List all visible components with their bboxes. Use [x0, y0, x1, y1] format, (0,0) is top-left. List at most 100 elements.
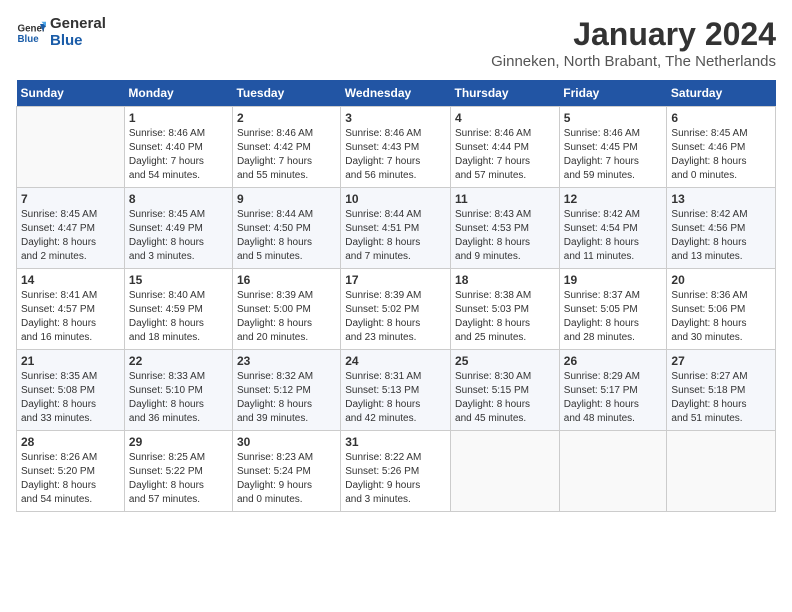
day-number: 26: [564, 354, 663, 368]
day-number: 3: [345, 111, 446, 125]
day-info: Sunrise: 8:33 AM Sunset: 5:10 PM Dayligh…: [129, 370, 228, 426]
day-number: 1: [129, 111, 228, 125]
calendar-cell: 31 Sunrise: 8:22 AM Sunset: 5:26 PM Dayli…: [341, 431, 451, 512]
calendar-cell: 16 Sunrise: 8:39 AM Sunset: 5:00 PM Dayli…: [232, 269, 340, 350]
day-info: Sunrise: 8:37 AM Sunset: 5:05 PM Dayligh…: [564, 289, 663, 345]
day-info: Sunrise: 8:41 AM Sunset: 4:57 PM Dayligh…: [21, 289, 120, 345]
day-number: 11: [455, 192, 555, 206]
day-number: 29: [129, 435, 228, 449]
day-info: Sunrise: 8:32 AM Sunset: 5:12 PM Dayligh…: [237, 370, 336, 426]
calendar-body: 1 Sunrise: 8:46 AM Sunset: 4:40 PM Daylig…: [17, 107, 776, 512]
day-info: Sunrise: 8:45 AM Sunset: 4:46 PM Dayligh…: [671, 127, 771, 183]
day-number: 21: [21, 354, 120, 368]
calendar-cell: 9 Sunrise: 8:44 AM Sunset: 4:50 PM Daylig…: [232, 188, 340, 269]
day-number: 31: [345, 435, 446, 449]
day-number: 15: [129, 273, 228, 287]
day-info: Sunrise: 8:30 AM Sunset: 5:15 PM Dayligh…: [455, 370, 555, 426]
day-info: Sunrise: 8:23 AM Sunset: 5:24 PM Dayligh…: [237, 451, 336, 507]
calendar-cell: 14 Sunrise: 8:41 AM Sunset: 4:57 PM Dayli…: [17, 269, 125, 350]
day-number: 18: [455, 273, 555, 287]
day-info: Sunrise: 8:29 AM Sunset: 5:17 PM Dayligh…: [564, 370, 663, 426]
day-number: 10: [345, 192, 446, 206]
header-row: SundayMondayTuesdayWednesdayThursdayFrid…: [17, 80, 776, 107]
calendar-cell: 27 Sunrise: 8:27 AM Sunset: 5:18 PM Dayli…: [667, 350, 776, 431]
calendar-cell: [17, 107, 125, 188]
day-info: Sunrise: 8:27 AM Sunset: 5:18 PM Dayligh…: [671, 370, 771, 426]
day-info: Sunrise: 8:39 AM Sunset: 5:00 PM Dayligh…: [237, 289, 336, 345]
logo-blue: Blue: [50, 33, 106, 50]
title-section: January 2024 Ginneken, North Brabant, Th…: [491, 16, 776, 70]
day-number: 25: [455, 354, 555, 368]
calendar-cell: 11 Sunrise: 8:43 AM Sunset: 4:53 PM Dayli…: [451, 188, 560, 269]
day-number: 23: [237, 354, 336, 368]
calendar-cell: 19Sunrise: 8:37 AM Sunset: 5:05 PM Dayli…: [559, 269, 667, 350]
calendar-cell: 20Sunrise: 8:36 AM Sunset: 5:06 PM Dayli…: [667, 269, 776, 350]
header-thursday: Thursday: [451, 80, 560, 107]
calendar-cell: 26 Sunrise: 8:29 AM Sunset: 5:17 PM Dayli…: [559, 350, 667, 431]
day-info: Sunrise: 8:31 AM Sunset: 5:13 PM Dayligh…: [345, 370, 446, 426]
calendar-cell: 24 Sunrise: 8:31 AM Sunset: 5:13 PM Dayli…: [341, 350, 451, 431]
calendar-cell: [667, 431, 776, 512]
day-info: Sunrise: 8:44 AM Sunset: 4:51 PM Dayligh…: [345, 208, 446, 264]
calendar-cell: 18 Sunrise: 8:38 AM Sunset: 5:03 PM Dayli…: [451, 269, 560, 350]
calendar-header: SundayMondayTuesdayWednesdayThursdayFrid…: [17, 80, 776, 107]
day-info: Sunrise: 8:39 AM Sunset: 5:02 PM Dayligh…: [345, 289, 446, 345]
day-info: Sunrise: 8:38 AM Sunset: 5:03 PM Dayligh…: [455, 289, 555, 345]
day-number: 9: [237, 192, 336, 206]
day-info: Sunrise: 8:22 AM Sunset: 5:26 PM Dayligh…: [345, 451, 446, 507]
calendar-cell: 13Sunrise: 8:42 AM Sunset: 4:56 PM Dayli…: [667, 188, 776, 269]
logo: General Blue General Blue: [16, 16, 106, 49]
day-number: 4: [455, 111, 555, 125]
day-number: 14: [21, 273, 120, 287]
week-row-0: 1 Sunrise: 8:46 AM Sunset: 4:40 PM Daylig…: [17, 107, 776, 188]
header-wednesday: Wednesday: [341, 80, 451, 107]
calendar-cell: [451, 431, 560, 512]
day-info: Sunrise: 8:46 AM Sunset: 4:44 PM Dayligh…: [455, 127, 555, 183]
day-number: 7: [21, 192, 120, 206]
day-info: Sunrise: 8:42 AM Sunset: 4:54 PM Dayligh…: [564, 208, 663, 264]
header-friday: Friday: [559, 80, 667, 107]
day-number: 2: [237, 111, 336, 125]
day-info: Sunrise: 8:46 AM Sunset: 4:42 PM Dayligh…: [237, 127, 336, 183]
calendar-cell: 21 Sunrise: 8:35 AM Sunset: 5:08 PM Dayli…: [17, 350, 125, 431]
header-tuesday: Tuesday: [232, 80, 340, 107]
week-row-4: 28Sunrise: 8:26 AM Sunset: 5:20 PM Dayli…: [17, 431, 776, 512]
day-number: 5: [564, 111, 663, 125]
svg-text:Blue: Blue: [18, 34, 40, 45]
calendar-cell: 15 Sunrise: 8:40 AM Sunset: 4:59 PM Dayli…: [124, 269, 232, 350]
calendar-table: SundayMondayTuesdayWednesdayThursdayFrid…: [16, 80, 776, 512]
calendar-cell: 17Sunrise: 8:39 AM Sunset: 5:02 PM Dayli…: [341, 269, 451, 350]
day-number: 24: [345, 354, 446, 368]
calendar-cell: 8 Sunrise: 8:45 AM Sunset: 4:49 PM Daylig…: [124, 188, 232, 269]
day-number: 22: [129, 354, 228, 368]
calendar-cell: 10 Sunrise: 8:44 AM Sunset: 4:51 PM Dayli…: [341, 188, 451, 269]
day-number: 20: [671, 273, 771, 287]
header-sunday: Sunday: [17, 80, 125, 107]
day-info: Sunrise: 8:45 AM Sunset: 4:47 PM Dayligh…: [21, 208, 120, 264]
day-info: Sunrise: 8:43 AM Sunset: 4:53 PM Dayligh…: [455, 208, 555, 264]
calendar-cell: 3Sunrise: 8:46 AM Sunset: 4:43 PM Daylig…: [341, 107, 451, 188]
calendar-cell: 5Sunrise: 8:46 AM Sunset: 4:45 PM Daylig…: [559, 107, 667, 188]
day-number: 8: [129, 192, 228, 206]
calendar-cell: 29 Sunrise: 8:25 AM Sunset: 5:22 PM Dayli…: [124, 431, 232, 512]
day-info: Sunrise: 8:25 AM Sunset: 5:22 PM Dayligh…: [129, 451, 228, 507]
day-info: Sunrise: 8:44 AM Sunset: 4:50 PM Dayligh…: [237, 208, 336, 264]
week-row-2: 14 Sunrise: 8:41 AM Sunset: 4:57 PM Dayli…: [17, 269, 776, 350]
calendar-subtitle: Ginneken, North Brabant, The Netherlands: [491, 53, 776, 70]
calendar-cell: [559, 431, 667, 512]
day-number: 16: [237, 273, 336, 287]
calendar-cell: 6Sunrise: 8:45 AM Sunset: 4:46 PM Daylig…: [667, 107, 776, 188]
week-row-1: 7 Sunrise: 8:45 AM Sunset: 4:47 PM Daylig…: [17, 188, 776, 269]
week-row-3: 21 Sunrise: 8:35 AM Sunset: 5:08 PM Dayli…: [17, 350, 776, 431]
day-number: 12: [564, 192, 663, 206]
day-info: Sunrise: 8:40 AM Sunset: 4:59 PM Dayligh…: [129, 289, 228, 345]
calendar-cell: 28Sunrise: 8:26 AM Sunset: 5:20 PM Dayli…: [17, 431, 125, 512]
day-number: 27: [671, 354, 771, 368]
day-info: Sunrise: 8:46 AM Sunset: 4:40 PM Dayligh…: [129, 127, 228, 183]
day-info: Sunrise: 8:45 AM Sunset: 4:49 PM Dayligh…: [129, 208, 228, 264]
calendar-cell: 22 Sunrise: 8:33 AM Sunset: 5:10 PM Dayli…: [124, 350, 232, 431]
header-monday: Monday: [124, 80, 232, 107]
calendar-cell: 30Sunrise: 8:23 AM Sunset: 5:24 PM Dayli…: [232, 431, 340, 512]
header: General Blue General Blue January 2024 G…: [16, 16, 776, 70]
day-info: Sunrise: 8:35 AM Sunset: 5:08 PM Dayligh…: [21, 370, 120, 426]
